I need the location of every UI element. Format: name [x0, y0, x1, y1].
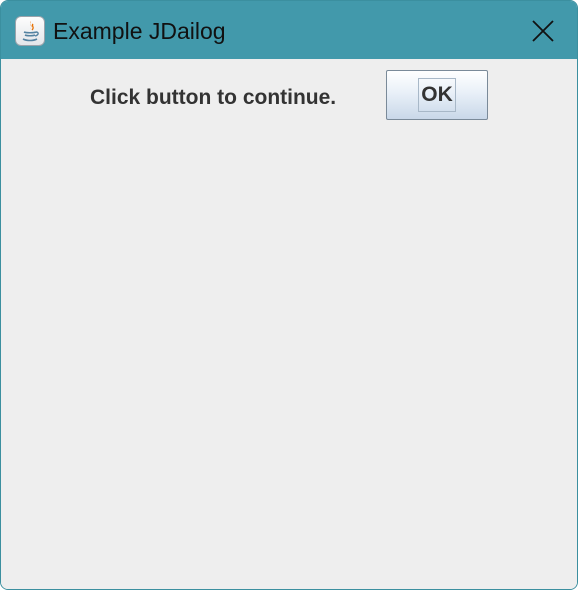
window-title: Example JDailog	[53, 18, 226, 44]
java-icon	[15, 16, 45, 46]
close-icon	[532, 20, 554, 42]
dialog-message: Click button to continue.	[90, 86, 337, 109]
ok-button[interactable]: OK	[386, 70, 488, 120]
dialog-window: Example JDailog Click button to continue…	[0, 0, 578, 590]
title-bar[interactable]: Example JDailog	[1, 1, 577, 59]
dialog-content: Click button to continue. OK	[1, 59, 577, 589]
close-button[interactable]	[519, 11, 567, 51]
ok-button-label: OK	[418, 78, 456, 112]
